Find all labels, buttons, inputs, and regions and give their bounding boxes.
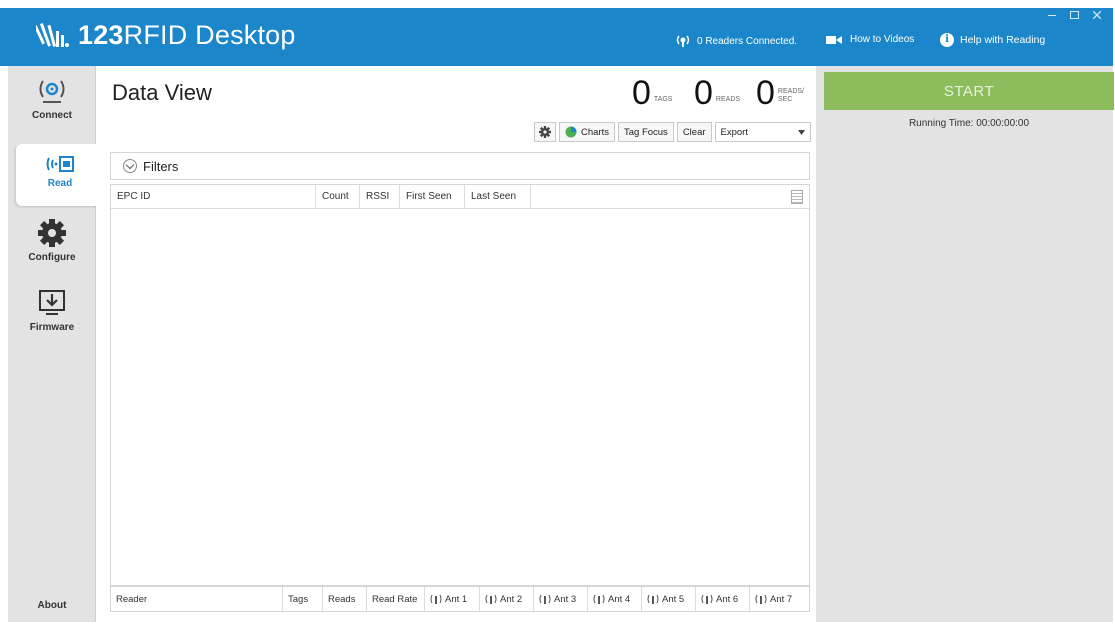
summary-col-tags: Tags [283,587,323,611]
nav-configure-label: Configure [28,252,76,263]
settings-button[interactable] [534,122,556,142]
nav-connect[interactable]: Connect [8,78,96,121]
how-to-videos-link[interactable]: How to Videos [826,34,914,45]
maximize-icon[interactable] [1070,11,1079,19]
start-button[interactable]: START [824,72,1114,110]
column-header-first-seen[interactable]: First Seen [400,185,465,208]
column-chooser-icon[interactable] [791,189,803,204]
antenna-icon [593,594,605,604]
reader-summary-bar: Reader Tags Reads Read Rate Ant 1 Ant 2 … [110,586,810,612]
tags-count: 0 [632,74,651,112]
read-icon [46,156,74,172]
summary-col-ant-7: Ant 7 [750,587,809,611]
chevron-down-icon [797,129,805,135]
page-title: Data View [112,80,212,105]
summary-col-read-rate: Read Rate [367,587,425,611]
export-dropdown[interactable]: Export [714,122,811,142]
nav-read[interactable]: Read [16,144,104,206]
firmware-download-icon [39,290,65,315]
summary-col-ant-2: Ant 2 [480,587,534,611]
help-with-reading-label: Help with Reading [960,34,1046,46]
readers-connected-status[interactable]: 0 Readers Connected. [674,34,797,48]
antenna-icon [539,594,551,604]
column-header-epc-id[interactable]: EPC ID [111,185,316,208]
column-header-count[interactable]: Count [316,185,360,208]
data-view-panel: Data View 0 TAGS 0 READS 0 READS/SEC Cha… [96,66,816,622]
grid-header: EPC ID Count RSSI First Seen Last Seen [111,185,809,209]
video-camera-icon [826,35,842,44]
reads-label: READS [715,96,741,103]
title-bar: 123RFID Desktop 0 Readers Connected. How… [0,8,1113,66]
summary-col-ant-4: Ant 4 [588,587,642,611]
column-header-last-seen[interactable]: Last Seen [465,185,531,208]
antenna-icon [755,594,767,604]
filters-expander[interactable]: Filters [110,152,810,180]
summary-col-ant-3: Ant 3 [534,587,588,611]
charts-button[interactable]: Charts [559,122,615,142]
reads-per-sec-counter: 0 READS/SEC [756,74,804,112]
reads-per-sec-count: 0 [756,74,775,112]
nav-connect-label: Connect [32,110,72,121]
readers-connected-label: 0 Readers Connected. [697,35,798,47]
app-title: 123RFID Desktop [78,20,296,50]
control-panel: START Running Time: 00:00:00:00 [816,66,1114,622]
nav-firmware[interactable]: Firmware [8,288,96,333]
reads-count: 0 [694,74,713,112]
summary-col-ant-5: Ant 5 [642,587,696,611]
nav-about-label: About [37,600,67,611]
tags-counter: 0 TAGS [632,74,673,112]
gear-icon [38,219,66,247]
window-controls [1048,11,1101,19]
tag-data-grid: EPC ID Count RSSI First Seen Last Seen [110,184,810,586]
chevron-down-icon [123,159,137,173]
nav-read-label: Read [47,178,73,189]
summary-col-reads: Reads [323,587,367,611]
tag-focus-button[interactable]: Tag Focus [617,122,674,142]
summary-col-reader: Reader [111,587,283,611]
column-chooser-cell [531,185,809,208]
left-navigation: Connect Read Configure Firmware About [8,66,104,622]
help-with-reading-link[interactable]: i Help with Reading [940,33,1045,47]
antenna-icon [647,594,659,604]
nav-configure[interactable]: Configure [8,218,96,263]
how-to-videos-label: How to Videos [850,34,915,45]
reads-per-sec-label: READS/SEC [777,88,804,103]
connect-icon [39,80,65,103]
nav-about[interactable]: About [8,600,96,611]
info-icon: i [940,33,954,47]
filters-label: Filters [143,158,179,174]
zebra-logo-icon [36,23,69,47]
antenna-icon [701,594,713,604]
nav-firmware-label: Firmware [29,322,75,333]
antenna-icon [485,594,497,604]
clear-button[interactable]: Clear [676,122,712,142]
antenna-icon [430,594,442,604]
gear-icon [539,126,551,138]
summary-col-ant-1: Ant 1 [425,587,480,611]
export-label: Export [720,126,748,138]
tags-label: TAGS [653,96,673,103]
running-time: Running Time: 00:00:00:00 [908,118,1030,129]
charts-label: Charts [581,126,609,138]
data-toolbar: Charts Tag Focus Clear Export [534,122,811,142]
summary-col-ant-6: Ant 6 [696,587,750,611]
reads-counter: 0 READS [694,74,741,112]
minimize-icon[interactable] [1048,11,1056,19]
column-header-rssi[interactable]: RSSI [360,185,400,208]
close-icon[interactable] [1093,11,1101,19]
pie-chart-icon [565,126,577,138]
reader-signal-icon [676,35,690,47]
